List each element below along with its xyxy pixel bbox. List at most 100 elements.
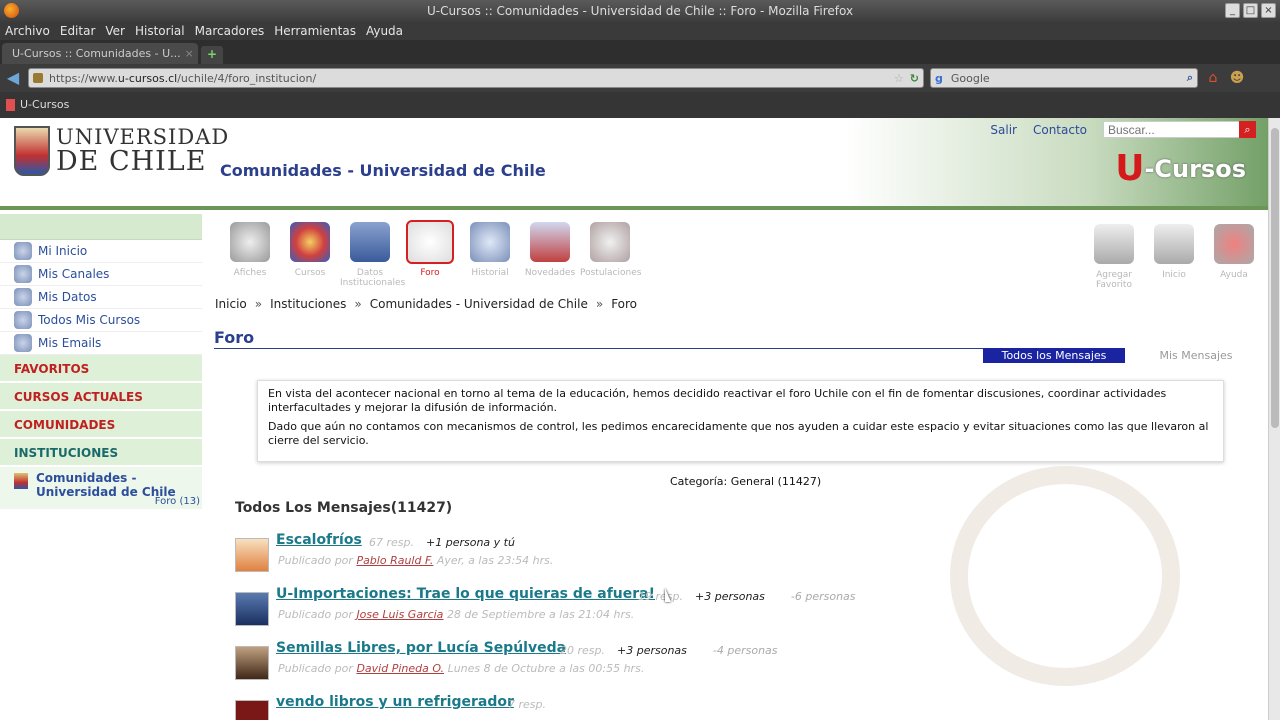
tab-close-icon[interactable]: × [185, 47, 194, 60]
sidebar-item-mis-canales[interactable]: Mis Canales [0, 263, 202, 286]
post-plus[interactable]: +3 personas [617, 644, 687, 657]
bookmark-star-icon[interactable]: ☆ [894, 72, 904, 85]
module-historial[interactable]: Historial [460, 220, 520, 288]
addon-icon[interactable]: ☻ [1228, 69, 1246, 87]
module-datos[interactable]: Datos Institucionales [340, 220, 405, 288]
post-plus[interactable]: +1 persona y tú [426, 536, 515, 549]
institution-icon [14, 473, 28, 489]
scrollbar-thumb[interactable] [1271, 128, 1279, 428]
module-afiches[interactable]: Afiches [220, 220, 280, 288]
site-header: UNIVERSIDAD DE CHILE Comunidades - Unive… [0, 118, 1280, 210]
window-title-bar: U-Cursos :: Comunidades - Universidad de… [0, 0, 1280, 22]
post-author[interactable]: David Pineda O. [356, 662, 444, 675]
breadcrumb: Inicio » Instituciones » Comunidades - U… [215, 297, 637, 311]
buscar-search-icon[interactable]: ⌕ [1239, 121, 1256, 138]
university-logo[interactable]: UNIVERSIDAD DE CHILE [14, 126, 229, 176]
menu-ver[interactable]: Ver [105, 22, 125, 40]
section-favoritos[interactable]: FAVORITOS [0, 355, 202, 383]
courses-icon [14, 311, 32, 329]
post-published: Publicado por David Pineda O. Lunes 8 de… [278, 662, 645, 675]
post-title[interactable]: vendo libros y un refrigerador [276, 694, 514, 710]
menu-herramientas[interactable]: Herramientas [274, 22, 356, 40]
categoria-label[interactable]: Categoría: General (11427) [670, 475, 821, 488]
tab-todos-los-mensajes[interactable]: Todos los Mensajes [983, 348, 1125, 363]
sub-foro-link[interactable]: Foro (13) [155, 496, 200, 507]
tab-label: U-Cursos :: Comunidades - U... [12, 47, 181, 60]
breadcrumb-instituciones[interactable]: Instituciones [270, 297, 346, 311]
close-icon[interactable]: × [1261, 3, 1276, 18]
section-instituciones[interactable]: INSTITUCIONES [0, 439, 202, 467]
channels-icon [14, 265, 32, 283]
ayuda-button[interactable]: Ayuda [1208, 222, 1260, 290]
user-icon [14, 288, 32, 306]
post-author[interactable]: Pablo Rauld F. [356, 554, 433, 567]
sub-comunidades-link[interactable]: Comunidades - Universidad de Chile [36, 471, 202, 499]
menu-marcadores[interactable]: Marcadores [195, 22, 265, 40]
breadcrumb-separator: » [354, 297, 362, 311]
lock-icon [33, 73, 43, 83]
u-cursos-logo[interactable]: U -Cursos [1115, 148, 1246, 189]
search-icon[interactable]: ⌕ [1187, 71, 1193, 85]
page-content: UNIVERSIDAD DE CHILE Comunidades - Unive… [0, 118, 1280, 720]
sidebar-item-todos-mis-cursos[interactable]: Todos Mis Cursos [0, 309, 202, 332]
menu-bar: Archivo Editar Ver Historial Marcadores … [0, 22, 1280, 40]
bookmark-u-cursos[interactable]: U-Cursos [20, 92, 69, 118]
new-tab-button[interactable]: + [201, 46, 223, 64]
breadcrumb-inicio[interactable]: Inicio [215, 297, 247, 311]
sidebar-item-mis-datos[interactable]: Mis Datos [0, 286, 202, 309]
post-minus[interactable]: -6 personas [791, 590, 856, 603]
module-postulaciones[interactable]: Postulaciones [580, 220, 641, 288]
list-item: Escalofríos 67 resp. +1 persona y tú Pub… [235, 532, 1135, 578]
agregar-favorito-button[interactable]: Agregar Favorito [1088, 222, 1140, 290]
sidebar-sub-comunidades: Comunidades - Universidad de Chile Foro … [0, 467, 202, 509]
breadcrumb-separator: » [254, 297, 263, 311]
sidebar-item-mis-emails[interactable]: Mis Emails [0, 332, 202, 355]
maximize-icon[interactable]: □ [1243, 3, 1258, 18]
avatar[interactable] [235, 592, 269, 626]
url-bar[interactable]: https://www.u-cursos.cl/uchile/4/foro_in… [28, 68, 924, 88]
menu-ayuda[interactable]: Ayuda [366, 22, 403, 40]
scrollbar[interactable] [1268, 118, 1280, 720]
post-plus[interactable]: +3 personas [695, 590, 765, 603]
menu-historial[interactable]: Historial [135, 22, 185, 40]
contacto-link[interactable]: Contacto [1033, 123, 1087, 137]
module-novedades[interactable]: Novedades [520, 220, 580, 288]
breadcrumb-foro[interactable]: Foro [611, 297, 637, 311]
post-title[interactable]: Escalofríos [276, 532, 362, 548]
inicio-button[interactable]: Inicio [1148, 222, 1200, 290]
menu-editar[interactable]: Editar [60, 22, 96, 40]
module-cursos[interactable]: Cursos [280, 220, 340, 288]
favorito-icon [1094, 224, 1134, 264]
avatar[interactable] [235, 700, 269, 720]
back-icon[interactable]: ◀ [4, 69, 22, 87]
reload-icon[interactable]: ↻ [910, 72, 919, 85]
google-icon: g [935, 71, 943, 85]
site-title[interactable]: Comunidades - Universidad de Chile [220, 161, 546, 180]
email-icon [14, 334, 32, 352]
avatar[interactable] [235, 538, 269, 572]
bookmarks-bar: U-Cursos [0, 92, 1280, 118]
utility-icons: Agregar Favorito Inicio Ayuda [1088, 222, 1260, 290]
post-minus[interactable]: -4 personas [713, 644, 778, 657]
home-icon[interactable]: ⌂ [1204, 69, 1222, 87]
u-cursos-favicon-icon [6, 99, 15, 111]
salir-link[interactable]: Salir [990, 123, 1017, 137]
post-title[interactable]: Semillas Libres, por Lucía Sepúlveda [276, 640, 566, 656]
postulaciones-icon [590, 222, 630, 262]
module-foro[interactable]: Foro [400, 220, 460, 288]
buscar-input[interactable] [1103, 121, 1255, 138]
section-comunidades[interactable]: COMUNIDADES [0, 411, 202, 439]
post-author[interactable]: Jose Luis Garcia [356, 608, 443, 621]
search-bar[interactable]: g Google ⌕ [930, 68, 1198, 88]
notice-paragraph-1: En vista del acontecer nacional en torno… [268, 387, 1167, 414]
avatar[interactable] [235, 646, 269, 680]
tab-mis-mensajes[interactable]: Mis Mensajes [1125, 348, 1267, 363]
breadcrumb-comunidades[interactable]: Comunidades - Universidad de Chile [370, 297, 588, 311]
menu-archivo[interactable]: Archivo [5, 22, 50, 40]
browser-tab[interactable]: U-Cursos :: Comunidades - U... × [2, 43, 198, 64]
section-cursos-actuales[interactable]: CURSOS ACTUALES [0, 383, 202, 411]
post-title[interactable]: U-Importaciones: Trae lo que quieras de … [276, 586, 655, 602]
minimize-icon[interactable]: _ [1225, 3, 1240, 18]
sidebar-item-mi-inicio[interactable]: Mi Inicio [0, 240, 202, 263]
list-item: U-Importaciones: Trae lo que quieras de … [235, 586, 1135, 632]
